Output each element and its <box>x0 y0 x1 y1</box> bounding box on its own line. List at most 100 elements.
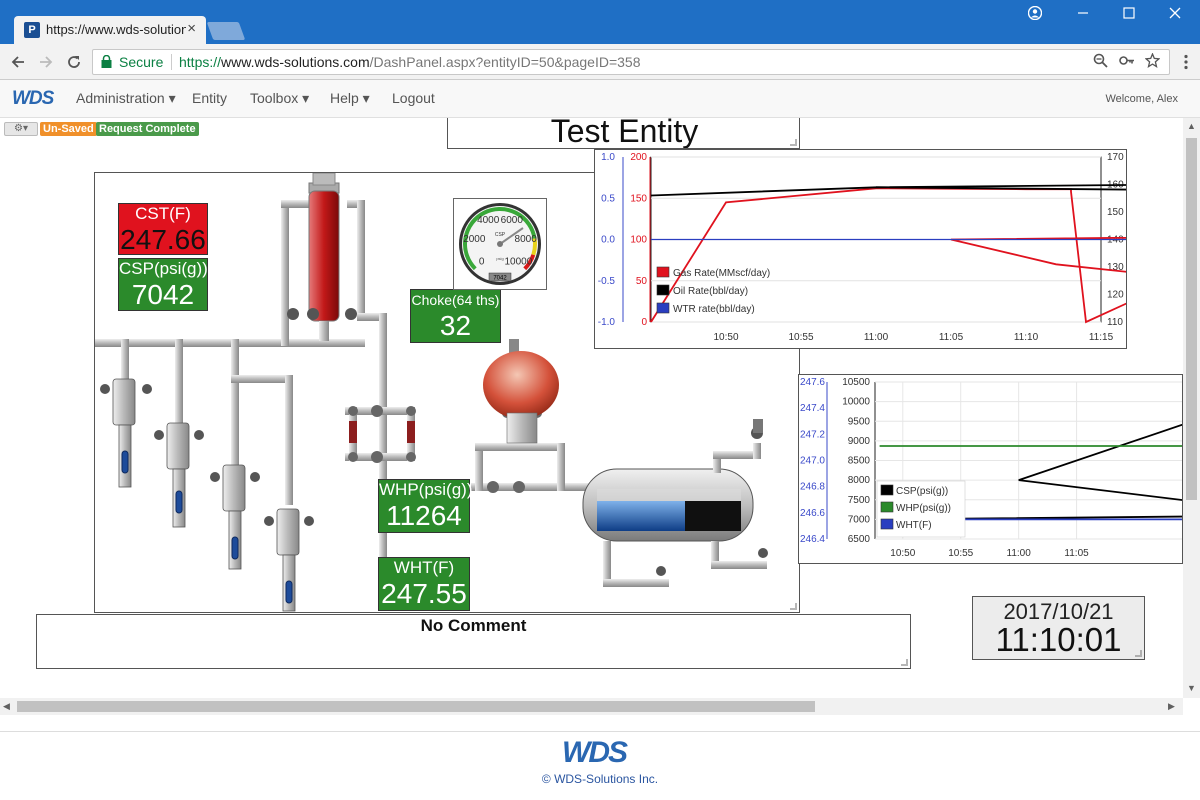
y-tick-temp: 246.8 <box>800 482 825 493</box>
choke-tile[interactable]: Choke(64 ths) 32 <box>410 289 501 343</box>
reload-icon[interactable] <box>62 50 86 74</box>
browser-titlebar: P https://www.wds-solution × <box>0 0 1200 44</box>
key-icon[interactable] <box>1119 53 1135 72</box>
y-tick-oil: 120 <box>1107 290 1124 301</box>
forward-icon[interactable] <box>34 50 58 74</box>
y-tick-pressure: 6500 <box>848 534 871 545</box>
legend-label: Gas Rate(MMscf/day) <box>673 268 770 279</box>
time-text: 11:10:01 <box>995 621 1122 658</box>
profile-icon[interactable] <box>1012 0 1058 26</box>
settings-gear-button[interactable]: ⚙▾ <box>4 122 38 136</box>
zoom-icon[interactable] <box>1093 53 1108 72</box>
gauge-tick-label: 8000 <box>515 234 538 245</box>
close-window-icon[interactable] <box>1152 0 1198 26</box>
gauge-unit: psig <box>496 256 503 261</box>
tab-close-icon[interactable]: × <box>187 20 196 37</box>
back-icon[interactable] <box>6 50 30 74</box>
legend-swatch <box>656 302 670 314</box>
y-tick-temp: 246.4 <box>800 534 825 545</box>
legend-swatch <box>656 266 670 278</box>
gauge-readout: 7042 <box>493 276 507 282</box>
y-tick-pressure: 10500 <box>842 377 870 388</box>
x-tick-label: 11:00 <box>864 332 889 343</box>
browser-tab[interactable]: P https://www.wds-solution × <box>14 16 206 44</box>
entity-title-panel[interactable]: Test Entity <box>447 118 800 149</box>
favicon-icon: P <box>24 22 40 38</box>
legend-label: WHT(F) <box>896 520 932 531</box>
gauge-dial: 0 2000 4000 6000 8000 10000 CSP psig 7042 <box>459 203 541 285</box>
y-tick-pressure: 7500 <box>848 495 871 506</box>
menu-logout[interactable]: Logout <box>392 90 435 106</box>
legend-swatch <box>880 484 894 496</box>
maximize-icon[interactable] <box>1106 0 1152 26</box>
y-tick-pressure: 9500 <box>848 416 871 427</box>
csp-tile[interactable]: CSP(psi(g)) 7042 <box>118 258 208 311</box>
legend-swatch <box>656 284 670 296</box>
wht-value: 247.55 <box>381 578 467 609</box>
wht-tile[interactable]: WHT(F) 247.55 <box>378 557 470 611</box>
csp-value: 7042 <box>131 279 195 310</box>
browser-toolbar: Secure https://www.wds-solutions.com/Das… <box>0 44 1200 80</box>
y-tick-pressure: 8000 <box>848 475 871 486</box>
legend-label: WHP(psi(g)) <box>896 503 951 514</box>
legend-label: WTR rate(bbl/day) <box>673 304 755 315</box>
y-tick-water: 0.0 <box>601 235 615 246</box>
csp-label: CSP(psi(g)) <box>119 259 208 278</box>
gauge-hub <box>497 241 503 247</box>
menu-help[interactable]: Help ▾ <box>330 90 370 107</box>
tab-title: https://www.wds-solution <box>46 22 186 37</box>
url-text[interactable]: https://www.wds-solutions.com/DashPanel.… <box>179 54 641 70</box>
vertical-scrollbar[interactable]: ▲ ▼ <box>1183 118 1200 698</box>
choke-label: Choke(64 ths) <box>411 292 500 308</box>
y-tick-oil: 170 <box>1107 152 1124 163</box>
scroll-right-icon[interactable]: ▶ <box>1168 701 1175 712</box>
y-tick-temp: 246.6 <box>800 508 825 519</box>
resize-handle[interactable] <box>1135 650 1142 657</box>
address-bar[interactable]: Secure https://www.wds-solutions.com/Das… <box>92 49 1170 75</box>
horizontal-scroll-thumb[interactable] <box>17 701 815 712</box>
lock-icon <box>101 55 112 68</box>
gauge-label: CSP <box>495 232 506 238</box>
omnibox-divider <box>171 54 172 70</box>
y-tick-pressure: 10000 <box>842 397 870 408</box>
resize-handle[interactable] <box>790 603 797 610</box>
comment-panel[interactable]: No Comment <box>36 614 911 669</box>
whp-tile[interactable]: WHP(psi(g)) 11264 <box>378 479 473 533</box>
horizontal-scrollbar[interactable]: ◀ ▶ <box>0 698 1183 715</box>
scroll-up-icon[interactable]: ▲ <box>1187 121 1196 131</box>
scroll-left-icon[interactable]: ◀ <box>3 701 10 712</box>
comment-text: No Comment <box>420 616 527 635</box>
resize-handle[interactable] <box>901 659 908 666</box>
legend-swatch <box>880 518 894 530</box>
gauge-tick-label: 6000 <box>501 215 524 226</box>
y-tick-water: 0.5 <box>601 193 615 204</box>
gauge-tick-label: 2000 <box>463 234 486 245</box>
vertical-scroll-thumb[interactable] <box>1186 138 1197 500</box>
menu-toolbox[interactable]: Toolbox ▾ <box>250 90 309 107</box>
resize-handle[interactable] <box>790 139 797 146</box>
datetime-panel[interactable]: 2017/10/21 11:10:01 <box>972 596 1145 660</box>
new-tab-button[interactable] <box>206 22 246 40</box>
scroll-down-icon[interactable]: ▼ <box>1187 683 1196 693</box>
x-tick-label: 10:50 <box>713 332 738 343</box>
rates-chart-panel[interactable]: 1.0 0.5 0.0 -0.5 -1.0 200 150 100 50 0 170 160 150 14… <box>594 149 1200 349</box>
cst-label: CST(F) <box>135 204 191 223</box>
menu-administration[interactable]: Administration ▾ <box>76 90 176 107</box>
y-tick-pressure: 9000 <box>848 436 871 447</box>
menu-entity[interactable]: Entity <box>192 90 227 106</box>
y-tick-water: -1.0 <box>598 317 616 328</box>
y-tick-gas: 150 <box>630 193 647 204</box>
cst-tile[interactable]: CST(F) 247.66 <box>118 203 208 255</box>
bookmark-star-icon[interactable] <box>1144 52 1161 72</box>
x-tick-label: 11:00 <box>1007 548 1032 559</box>
minimize-icon[interactable] <box>1060 0 1106 26</box>
pressure-chart-panel[interactable]: 247.6 247.4 247.2 247.0 246.8 246.6 246.4 10500… <box>798 374 1200 564</box>
csp-gauge[interactable]: 0 2000 4000 6000 8000 10000 CSP psig 7042 <box>453 198 547 290</box>
legend-label: CSP(psi(g)) <box>896 486 948 497</box>
whp-label: WHP(psi(g)) <box>379 480 473 499</box>
y-tick-temp: 247.4 <box>800 403 825 414</box>
wds-logo[interactable]: WDS <box>12 88 54 110</box>
x-tick-label: 11:05 <box>939 332 964 343</box>
browser-menu-icon[interactable] <box>1174 50 1198 74</box>
x-tick-label: 11:05 <box>1064 548 1089 559</box>
